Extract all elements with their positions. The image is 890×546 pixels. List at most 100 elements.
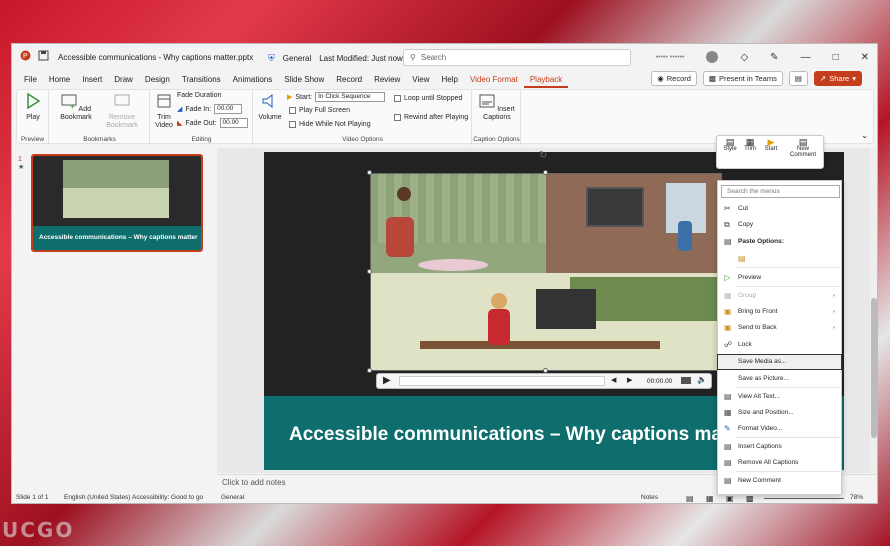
user-name[interactable]: ••••• •••••• xyxy=(656,54,685,61)
trim-button[interactable]: ▦ Trim xyxy=(741,138,759,152)
tab-animations[interactable]: Animations xyxy=(227,72,279,88)
tab-insert[interactable]: Insert xyxy=(76,72,108,88)
sensitivity-status[interactable]: General xyxy=(221,494,244,501)
tab-review[interactable]: Review xyxy=(368,72,406,88)
start-row: ▶ Start: In Click Sequence xyxy=(287,92,386,102)
sensitivity-label[interactable]: General xyxy=(283,54,311,63)
resize-handle[interactable] xyxy=(543,170,548,175)
zoom-level[interactable]: 78% xyxy=(850,494,863,501)
menu-item-new-comment[interactable]: ▤ New Comment xyxy=(718,474,841,488)
paste-option-button[interactable]: ▤ xyxy=(718,252,841,266)
fade-in-input[interactable]: 00.00 xyxy=(214,104,243,114)
minimize-icon[interactable]: — xyxy=(801,52,811,63)
present-in-teams-button[interactable]: ▩ Present in Teams xyxy=(702,71,783,86)
comments-button[interactable]: ▤ xyxy=(788,71,808,86)
tab-record[interactable]: Record xyxy=(330,72,368,88)
menu-item-alt-text[interactable]: ▤ View Alt Text... xyxy=(718,390,841,404)
play-icon xyxy=(27,92,41,110)
new-comment-button[interactable]: ▤ New Comment xyxy=(785,138,821,159)
play-icon[interactable]: ▶ xyxy=(383,375,391,386)
menu-item-remove-captions[interactable]: ▤ Remove All Captions xyxy=(718,456,841,470)
play-full-screen-checkbox[interactable]: Play Full Screen xyxy=(289,107,350,114)
collapse-ribbon-icon[interactable]: ⌄ xyxy=(861,131,868,140)
resize-handle[interactable] xyxy=(543,368,548,373)
last-modified[interactable]: Last Modified: Just now xyxy=(319,54,403,63)
zoom-slider[interactable] xyxy=(764,498,844,499)
tab-help[interactable]: Help xyxy=(436,72,464,88)
diamond-icon[interactable]: ◇ xyxy=(740,52,748,63)
share-button[interactable]: ↗ Share ▾ xyxy=(813,71,862,86)
tab-transitions[interactable]: Transitions xyxy=(176,72,227,88)
slide-title[interactable]: Accessible communications – Why captions… xyxy=(289,424,719,446)
tab-design[interactable]: Design xyxy=(139,72,176,88)
menu-item-send-to-back[interactable]: ▣ Send to Back › xyxy=(718,321,841,335)
trim-video-button[interactable]: Trim Video xyxy=(153,93,175,130)
scroll-thumb[interactable] xyxy=(871,298,877,438)
normal-view-icon[interactable]: ▤ xyxy=(686,494,694,503)
tab-view[interactable]: View xyxy=(406,72,435,88)
reading-view-icon[interactable]: ▣ xyxy=(726,494,734,503)
vertical-scrollbar[interactable] xyxy=(870,148,877,473)
save-media-label: Save Media as... xyxy=(738,358,787,365)
resize-handle[interactable] xyxy=(367,269,372,274)
volume-button[interactable]: Volume xyxy=(257,93,283,122)
play-button[interactable]: Play xyxy=(23,92,43,122)
menu-separator xyxy=(736,387,840,388)
menu-item-cut[interactable]: ✂ Cut xyxy=(718,202,841,216)
slideshow-icon[interactable]: ▩ xyxy=(746,494,754,503)
menu-item-group[interactable]: ▦ Group › xyxy=(718,289,841,303)
rotate-handle-icon[interactable]: ↻ xyxy=(539,150,547,161)
accessibility-status[interactable]: Accessibility: Good to go xyxy=(132,494,203,501)
close-icon[interactable]: ✕ xyxy=(861,52,869,63)
start-icon: ▶ xyxy=(287,94,293,101)
insert-captions-button[interactable]: Insert Captions xyxy=(479,93,515,122)
start-button[interactable]: ▶ Start xyxy=(761,138,781,152)
language[interactable]: English (United States) xyxy=(64,494,130,501)
menu-item-size-position[interactable]: ▦ Size and Position... xyxy=(718,406,841,420)
fade-out-input[interactable]: 00.00 xyxy=(219,118,248,128)
resize-handle[interactable] xyxy=(367,368,372,373)
resize-handle[interactable] xyxy=(367,170,372,175)
notes-toggle[interactable]: Notes xyxy=(641,494,658,501)
step-forward-icon[interactable]: ▶ xyxy=(627,376,632,384)
slide-thumbnail-1[interactable]: Accessible communications – Why captions… xyxy=(31,154,203,252)
menu-item-bring-to-front[interactable]: ▣ Bring to Front › xyxy=(718,305,841,319)
maximize-icon[interactable]: □ xyxy=(833,52,839,63)
cut-label: Cut xyxy=(738,205,749,212)
menu-search-input[interactable]: Search the menus xyxy=(721,185,840,198)
add-bookmark-button[interactable]: + Add Bookmark xyxy=(58,93,94,122)
avatar[interactable] xyxy=(706,51,719,63)
animation-star-icon: ★ xyxy=(18,164,25,171)
speaker-icon[interactable]: 🔈 xyxy=(697,375,707,384)
format-video-label: Format Video... xyxy=(738,425,783,432)
menu-item-format-video[interactable]: ✎ Format Video... xyxy=(718,422,841,436)
slide-sorter-icon[interactable]: ▦ xyxy=(706,494,714,503)
tab-file[interactable]: File xyxy=(18,72,43,88)
tab-draw[interactable]: Draw xyxy=(108,72,139,88)
seek-bar[interactable] xyxy=(399,376,605,386)
tab-slide-show[interactable]: Slide Show xyxy=(278,72,330,88)
menu-item-save-media[interactable]: Save Media as... xyxy=(717,354,842,370)
captions-toggle-icon[interactable] xyxy=(681,377,691,384)
menu-item-copy[interactable]: ⧉ Copy xyxy=(718,218,841,232)
loop-checkbox[interactable]: Loop until Stopped xyxy=(394,95,462,102)
tab-playback[interactable]: Playback xyxy=(523,72,569,88)
start-dropdown[interactable]: In Click Sequence xyxy=(315,92,386,102)
tab-video-format[interactable]: Video Format xyxy=(464,72,524,88)
step-back-icon[interactable]: ◀ xyxy=(611,376,616,384)
search-box[interactable]: ⚲ Search xyxy=(403,49,631,66)
style-button[interactable]: ▤ Style xyxy=(721,138,739,152)
autosave-icon[interactable] xyxy=(38,50,49,61)
rewind-checkbox[interactable]: Rewind after Playing xyxy=(394,114,468,121)
checkbox xyxy=(394,95,401,102)
menu-item-save-picture[interactable]: Save as Picture... xyxy=(718,372,841,386)
menu-item-preview[interactable]: ▷ Preview xyxy=(718,271,841,285)
hide-while-not-playing-checkbox[interactable]: Hide While Not Playing xyxy=(289,121,371,128)
remove-bookmark-button[interactable]: Remove Bookmark xyxy=(102,93,142,130)
tab-home[interactable]: Home xyxy=(43,72,76,88)
record-button[interactable]: ◉ Record xyxy=(651,71,697,86)
add-bookmark-icon: + xyxy=(61,94,77,111)
menu-item-lock[interactable]: ☍ Lock xyxy=(718,338,841,352)
pen-icon[interactable]: ✎ xyxy=(770,52,778,63)
menu-item-insert-captions[interactable]: ▤ Insert Captions xyxy=(718,440,841,454)
